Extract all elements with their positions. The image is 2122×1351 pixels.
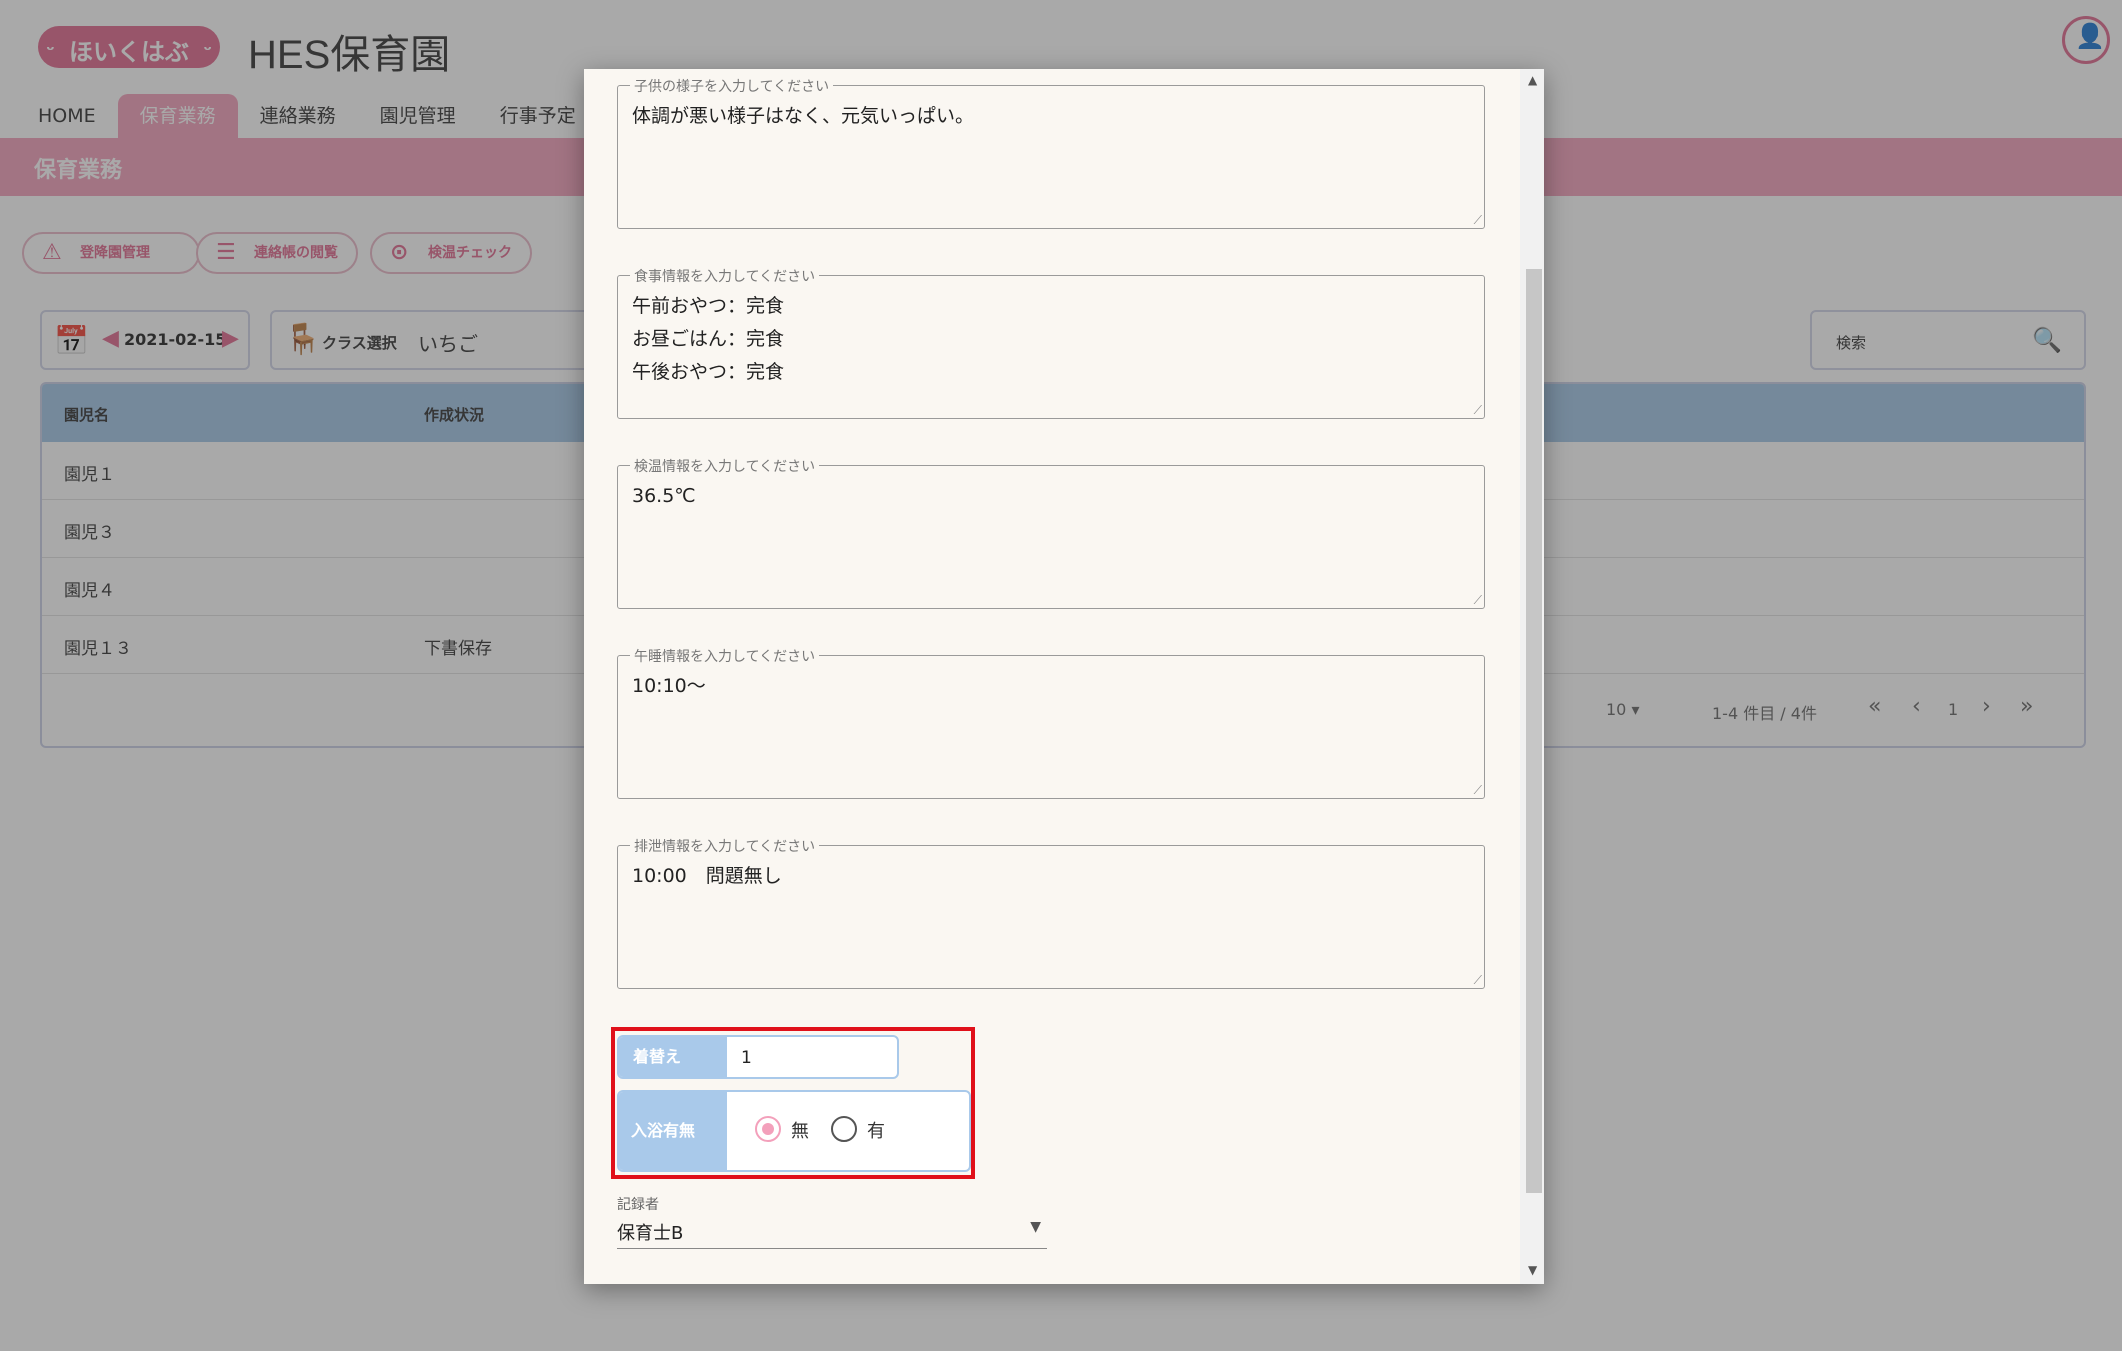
child-condition-field[interactable]: 子供の様子を入力してください 体調が悪い様子はなく、元気いっぱい。 ⟋: [617, 76, 1485, 229]
scroll-up-icon[interactable]: ▲: [1528, 73, 1537, 87]
dialog-scrollbar[interactable]: ▲ ▼: [1520, 69, 1544, 1284]
meal-legend: 食事情報を入力してください: [630, 266, 820, 286]
excretion-legend: 排泄情報を入力してください: [630, 836, 820, 856]
bath-label: 入浴有無: [619, 1092, 727, 1170]
child-condition-value: 体調が悪い様子はなく、元気いっぱい。: [632, 105, 975, 127]
scroll-thumb[interactable]: [1526, 269, 1542, 1193]
recorder-select[interactable]: 保育士B ▼: [617, 1215, 1047, 1249]
nap-value: 10:10～: [632, 675, 706, 697]
meal-value: 午前おやつ：完食 お昼ごはん：完食 午後おやつ：完食: [632, 295, 785, 383]
nap-field[interactable]: 午睡情報を入力してください 10:10～ ⟋: [617, 646, 1485, 799]
recorder-value: 保育士B: [617, 1223, 684, 1244]
temperature-legend: 検温情報を入力してください: [630, 456, 820, 476]
excretion-value: 10:00 問題無し: [632, 865, 782, 887]
resize-grip-icon[interactable]: ⟋: [1474, 214, 1482, 226]
temperature-field[interactable]: 検温情報を入力してください 36.5℃ ⟋: [617, 456, 1485, 609]
child-condition-legend: 子供の様子を入力してください: [630, 76, 834, 96]
changing-clothes-label: 着替え: [619, 1037, 727, 1077]
bath-yes-radio[interactable]: [831, 1116, 857, 1142]
bath-no-radio[interactable]: [755, 1116, 781, 1142]
resize-grip-icon[interactable]: ⟋: [1474, 974, 1482, 986]
meal-field[interactable]: 食事情報を入力してください 午前おやつ：完食 お昼ごはん：完食 午後おやつ：完食…: [617, 266, 1485, 419]
changing-clothes-field[interactable]: 着替え 1: [617, 1035, 899, 1079]
nap-legend: 午睡情報を入力してください: [630, 646, 820, 666]
changing-clothes-value: 1: [741, 1048, 752, 1068]
resize-grip-icon[interactable]: ⟋: [1474, 784, 1482, 796]
recorder-label: 記録者: [617, 1197, 659, 1213]
bath-no-label[interactable]: 無: [791, 1117, 809, 1143]
excretion-field[interactable]: 排泄情報を入力してください 10:00 問題無し ⟋: [617, 836, 1485, 989]
resize-grip-icon[interactable]: ⟋: [1474, 404, 1482, 416]
chevron-down-icon: ▼: [1030, 1219, 1041, 1235]
scroll-down-icon[interactable]: ▼: [1528, 1263, 1537, 1277]
bath-yes-label[interactable]: 有: [867, 1117, 885, 1143]
temperature-value: 36.5℃: [632, 485, 696, 507]
bath-radio-group: 入浴有無 無 有: [617, 1090, 971, 1172]
daily-record-dialog: 子供の様子を入力してください 体調が悪い様子はなく、元気いっぱい。 ⟋ 食事情報…: [584, 69, 1544, 1284]
resize-grip-icon[interactable]: ⟋: [1474, 594, 1482, 606]
